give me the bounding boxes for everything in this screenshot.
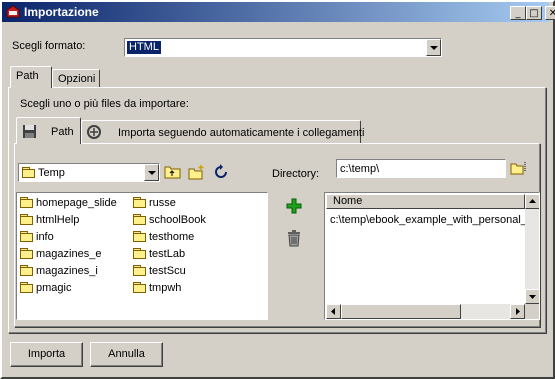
tab-follow-links[interactable]: Importa seguendo automaticamente i colle… <box>81 120 365 144</box>
tab-inner-path-label: Path <box>51 126 74 138</box>
list-item[interactable]: tmpwh <box>133 281 181 295</box>
list-item[interactable]: magazines_i <box>20 264 98 278</box>
maximize-button[interactable]: □ <box>526 6 542 20</box>
browse-folder-icon[interactable] <box>510 160 528 176</box>
scroll-up-arrow[interactable] <box>525 194 539 209</box>
folder-icon <box>133 265 146 276</box>
format-select-value: HTML <box>127 41 161 54</box>
list-item-label: htmlHelp <box>36 214 80 226</box>
chevron-down-icon[interactable] <box>426 39 441 56</box>
folder-select-value: Temp <box>38 167 65 179</box>
triangle-right-icon <box>516 308 520 315</box>
list-item-label: info <box>36 231 54 243</box>
scroll-down-arrow[interactable] <box>525 289 539 304</box>
vertical-scrollbar[interactable] <box>525 194 539 304</box>
instruction-text: Scegli uno o più files da importare: <box>20 98 189 110</box>
folder-icon <box>133 197 146 208</box>
list-item[interactable]: info <box>20 230 54 244</box>
folder-icon <box>20 231 33 242</box>
close-button[interactable]: ✕ <box>545 6 555 20</box>
tab-follow-links-label: Importa seguendo automaticamente i colle… <box>118 127 365 139</box>
folder-icon <box>20 265 33 276</box>
list-item-label: russe <box>149 197 176 209</box>
tab-path-label: Path <box>16 70 39 82</box>
list-item-label: testLab <box>149 248 186 260</box>
app-icon <box>6 5 20 18</box>
triangle-down-icon <box>529 295 536 299</box>
folder-up-icon[interactable] <box>164 164 182 180</box>
folder-icon <box>20 248 33 259</box>
import-dialog: Importazione _ □ ✕ Scegli formato: HTML … <box>0 0 555 379</box>
list-item-label: magazines_i <box>36 265 98 277</box>
folder-icon <box>133 248 146 259</box>
list-item[interactable]: testScu <box>133 264 186 278</box>
folder-icon <box>22 167 35 178</box>
scroll-right-arrow[interactable] <box>510 304 525 319</box>
refresh-icon[interactable] <box>212 164 230 180</box>
add-icon[interactable] <box>286 198 302 214</box>
list-item-label: homepage_slide <box>36 197 117 209</box>
scroll-thumb[interactable] <box>341 304 461 319</box>
list-item[interactable]: testhome <box>133 230 194 244</box>
folder-icon <box>20 197 33 208</box>
tab-opzioni-label: Opzioni <box>58 73 96 85</box>
tab-inner-path[interactable]: Path <box>16 117 81 144</box>
triangle-up-icon <box>529 199 536 203</box>
scroll-left-arrow[interactable] <box>326 304 341 319</box>
format-label: Scegli formato: <box>12 40 86 52</box>
links-icon <box>87 125 101 139</box>
directory-input-value: c:\temp\ <box>340 163 380 175</box>
trash-icon[interactable] <box>286 230 302 247</box>
folder-select[interactable]: Temp <box>18 163 160 182</box>
triangle-left-icon <box>331 308 335 315</box>
directory-label: Directory: <box>272 168 320 180</box>
horizontal-scrollbar[interactable] <box>326 304 525 319</box>
list-item-label: tmpwh <box>149 282 182 294</box>
list-item[interactable]: htmlHelp <box>20 213 79 227</box>
list-item-label: pmagic <box>36 282 72 294</box>
import-button[interactable]: Importa <box>10 342 83 367</box>
chevron-down-icon[interactable] <box>144 164 159 181</box>
list-item[interactable]: pmagic <box>20 281 71 295</box>
folder-icon <box>20 214 33 225</box>
list-item[interactable]: schoolBook <box>133 213 206 227</box>
tab-opzioni[interactable]: Opzioni <box>52 69 100 87</box>
column-header-nome[interactable]: Nome <box>326 194 525 209</box>
window-title: Importazione <box>24 5 99 19</box>
import-button-label: Importa <box>27 348 66 360</box>
list-item-label: testScu <box>149 265 186 277</box>
list-item-label: schoolBook <box>149 214 206 226</box>
file-list[interactable]: Nome c:\temp\ebook_example_with_personal… <box>324 192 540 320</box>
list-item[interactable]: testLab <box>133 247 185 261</box>
floppy-disk-icon <box>23 125 36 138</box>
minimize-button[interactable]: _ <box>510 6 526 20</box>
directory-input[interactable]: c:\temp\ <box>336 159 506 178</box>
cancel-button[interactable]: Annulla <box>90 342 163 367</box>
folder-icon <box>133 282 146 293</box>
folder-icon <box>133 231 146 242</box>
list-item-label: magazines_e <box>36 248 102 260</box>
scroll-corner <box>525 304 539 319</box>
folder-icon <box>20 282 33 293</box>
list-item[interactable]: russe <box>133 196 176 210</box>
list-item-label: testhome <box>149 231 195 243</box>
title-bar[interactable]: Importazione _ □ ✕ <box>2 2 555 22</box>
folder-list[interactable]: homepage_slide htmlHelp info magazines_e… <box>16 192 268 320</box>
cancel-button-label: Annulla <box>108 348 145 360</box>
new-folder-icon[interactable] <box>188 164 206 180</box>
folder-icon <box>133 214 146 225</box>
table-row[interactable]: c:\temp\ebook_example_with_personal_pa <box>330 213 539 227</box>
list-item[interactable]: magazines_e <box>20 247 101 261</box>
list-item[interactable]: homepage_slide <box>20 196 117 210</box>
tab-path[interactable]: Path <box>10 66 52 88</box>
format-select[interactable]: HTML <box>124 38 442 57</box>
